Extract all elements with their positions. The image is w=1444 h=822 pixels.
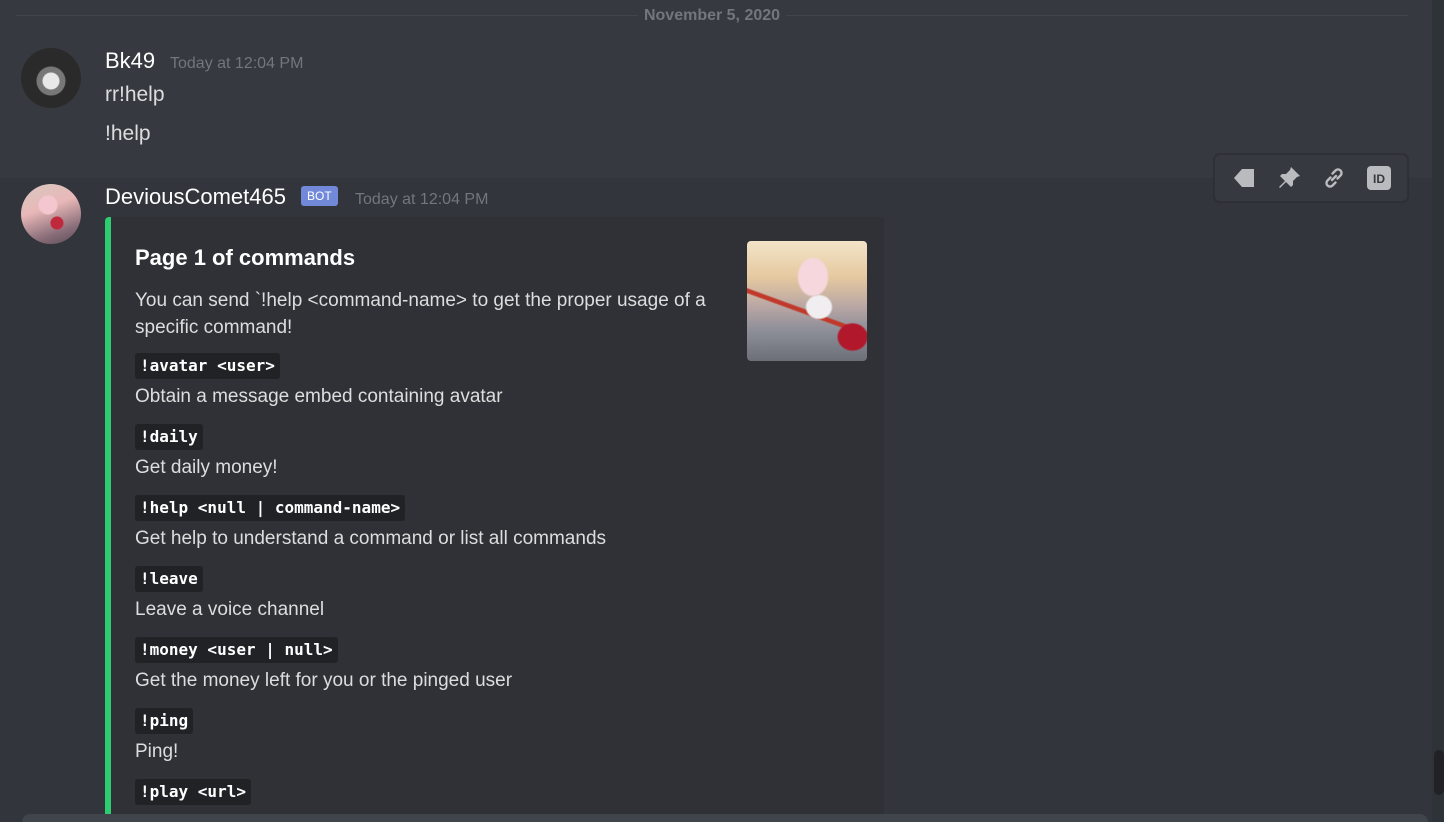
embed-field: !ping Ping! bbox=[135, 708, 194, 765]
embed-field-value: Get daily money! bbox=[135, 457, 278, 478]
embed-field-value: Ping! bbox=[135, 741, 179, 762]
embed-title: Page 1 of commands bbox=[135, 245, 356, 270]
id-icon: ID bbox=[1366, 165, 1392, 191]
link-icon bbox=[1321, 165, 1347, 191]
embed-field-value: Leave a voice channel bbox=[135, 599, 325, 620]
embed-field-value: Get the money left for you or the pinged… bbox=[135, 670, 513, 691]
embed-field-name: !avatar <user> bbox=[135, 353, 280, 379]
pin-button[interactable] bbox=[1269, 158, 1309, 198]
tag-icon bbox=[1231, 165, 1257, 191]
message-group-bot[interactable]: DeviousComet465 BOT Today at 12:04 PM Pa… bbox=[0, 178, 1432, 822]
embed-field-name: !ping bbox=[135, 708, 194, 734]
embed-field: !daily Get daily money! bbox=[135, 424, 278, 481]
embed-field-name: !help <null | command-name> bbox=[135, 495, 406, 521]
id-icon-label: ID bbox=[1373, 172, 1385, 186]
embed-field-name: !play <url> bbox=[135, 779, 251, 805]
bot-tag: BOT bbox=[301, 186, 338, 206]
embed-field-name: !money <user | null> bbox=[135, 637, 338, 663]
pin-icon bbox=[1276, 165, 1302, 191]
scrollbar-thumb[interactable] bbox=[1434, 750, 1444, 795]
username[interactable]: DeviousComet465 bbox=[105, 183, 286, 211]
copy-id-button[interactable]: ID bbox=[1359, 158, 1399, 198]
timestamp: Today at 12:04 PM bbox=[170, 55, 304, 72]
date-divider-label: November 5, 2020 bbox=[637, 6, 787, 26]
embed-field-name: !daily bbox=[135, 424, 203, 450]
tag-button[interactable] bbox=[1224, 158, 1264, 198]
avatar[interactable] bbox=[21, 184, 81, 244]
timestamp: Today at 12:04 PM bbox=[355, 191, 489, 208]
embed-field: !help <null | command-name> Get help to … bbox=[135, 495, 606, 552]
embed-field-value: Get help to understand a command or list… bbox=[135, 528, 607, 549]
embed: Page 1 of commands You can send `!help <… bbox=[105, 217, 884, 822]
embed-thumbnail[interactable] bbox=[747, 241, 867, 361]
embed-description: You can send `!help <command-name> to ge… bbox=[135, 290, 706, 338]
message-text: rr!help bbox=[105, 83, 165, 106]
embed-field-name: !leave bbox=[135, 566, 203, 592]
message-toolbar: ID bbox=[1214, 154, 1408, 202]
embed-field: !money <user | null> Get the money left … bbox=[135, 637, 512, 694]
embed-field: !avatar <user> Obtain a message embed co… bbox=[135, 353, 503, 410]
embed-field: !play <url> bbox=[135, 779, 251, 809]
embed-field-value: Obtain a message embed containing avatar bbox=[135, 386, 503, 407]
scrollbar-track[interactable] bbox=[1432, 0, 1444, 822]
embed-field: !leave Leave a voice channel bbox=[135, 566, 324, 623]
copy-link-button[interactable] bbox=[1314, 158, 1354, 198]
username[interactable]: Bk49 bbox=[105, 47, 155, 75]
date-divider: November 5, 2020 bbox=[16, 6, 1408, 26]
chat-viewport: November 5, 2020 Bk49 Today at 12:04 PM … bbox=[0, 0, 1444, 822]
avatar[interactable] bbox=[21, 48, 81, 108]
message-text: !help bbox=[105, 122, 151, 145]
message-input-edge[interactable] bbox=[22, 814, 1428, 822]
